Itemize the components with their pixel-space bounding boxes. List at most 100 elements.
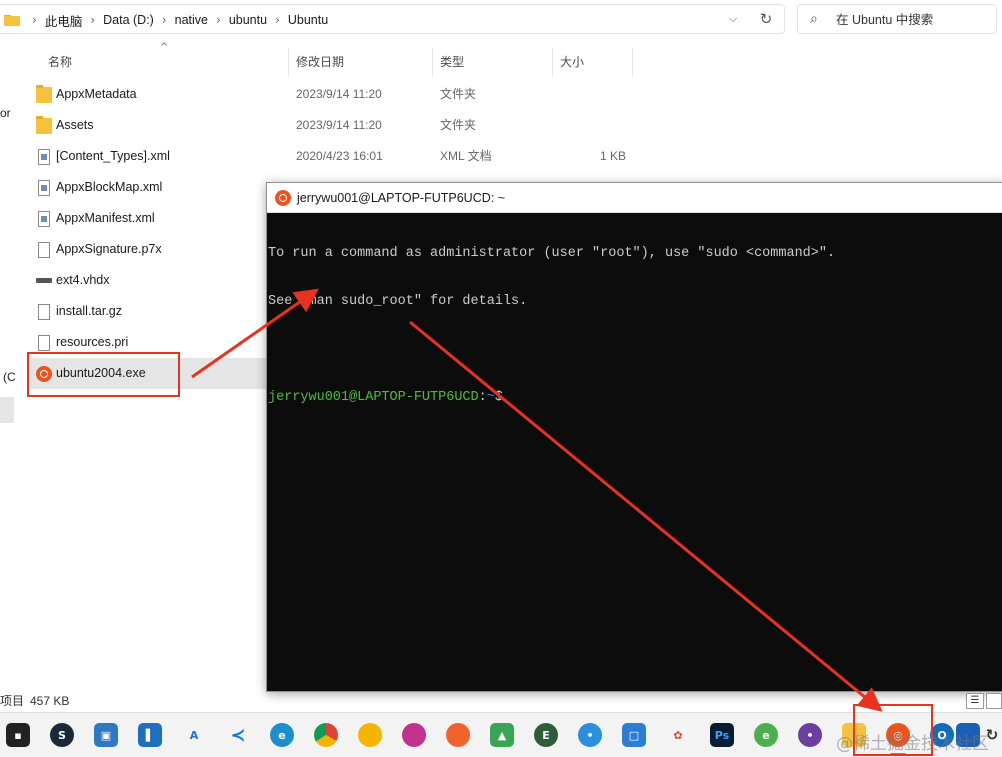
file-row[interactable]: install.tar.gz — [30, 296, 266, 327]
photoshop-icon[interactable]: Ps — [710, 723, 734, 747]
chevron-right-icon[interactable]: › — [208, 13, 229, 27]
status-items-label: 项目 — [0, 694, 25, 708]
edge-dev-icon[interactable]: e — [754, 723, 778, 747]
chevron-right-icon[interactable]: › — [24, 13, 45, 27]
breadcrumb-this-pc[interactable]: 此电脑 — [45, 11, 83, 30]
prompt-symbol: $ — [494, 390, 503, 405]
file-modified: 2023/9/14 11:20 — [296, 118, 382, 132]
file-row[interactable]: AppxManifest.xml — [30, 203, 266, 234]
file-type: 文件夹 — [440, 118, 477, 132]
breadcrumb-native[interactable]: native — [175, 13, 208, 27]
file-modified: 2020/4/23 16:01 — [296, 149, 383, 163]
chevron-right-icon[interactable]: › — [267, 13, 288, 27]
file-icon — [38, 335, 50, 351]
prompt-user: jerrywu001@LAPTOP-FUTP6UCD — [268, 390, 479, 405]
file-row[interactable]: AppxBlockMap.xml — [30, 172, 266, 203]
file-icon — [38, 304, 50, 320]
terminal-title-bar[interactable]: jerrywu001@LAPTOP-FUTP6UCD: ~ — [267, 183, 1002, 213]
steam-icon[interactable]: S — [50, 723, 74, 747]
chrome-canary-icon[interactable] — [358, 723, 382, 747]
terminal-prompt[interactable]: jerrywu001@LAPTOP-FUTP6UCD:~$ — [268, 390, 835, 406]
file-name: AppxManifest.xml — [56, 211, 155, 225]
nav-item-fragment[interactable]: (C — [3, 370, 16, 384]
file-row[interactable]: AppxMetadata 2023/9/14 11:20 文件夹 — [30, 79, 630, 110]
chevron-right-icon[interactable]: › — [82, 13, 103, 27]
address-bar[interactable]: › 此电脑 › Data (D:) › native › ubuntu › Ub… — [0, 4, 785, 34]
file-name: AppxMetadata — [56, 87, 137, 101]
xml-file-icon — [38, 211, 50, 227]
file-type: 文件夹 — [440, 87, 477, 101]
address-bar-region: › 此电脑 › Data (D:) › native › ubuntu › Ub… — [0, 0, 1002, 40]
status-size: 457 KB — [30, 694, 70, 708]
search-input[interactable] — [836, 11, 991, 28]
folder-icon — [36, 116, 52, 134]
arc-icon[interactable]: A — [182, 723, 206, 747]
column-header-modified[interactable]: 修改日期 — [296, 48, 344, 76]
search-box[interactable]: ⌕ — [797, 4, 997, 34]
remote-desktop-icon[interactable]: ▣ — [94, 723, 118, 747]
breadcrumb-data-drive[interactable]: Data (D:) — [103, 13, 154, 27]
file-row[interactable]: [Content_Types].xml 2020/4/23 16:01 XML … — [30, 141, 630, 172]
watermark: @稀土掘金技术社区 — [836, 734, 989, 754]
file-row[interactable]: Assets 2023/9/14 11:20 文件夹 — [30, 110, 630, 141]
xml-file-icon — [38, 149, 50, 165]
start-icon[interactable]: ▪ — [6, 723, 30, 747]
column-divider[interactable] — [432, 48, 433, 76]
xml-file-icon — [38, 180, 50, 196]
firefox-dev-icon[interactable] — [402, 723, 426, 747]
file-name: [Content_Types].xml — [56, 149, 170, 163]
column-divider[interactable] — [632, 48, 633, 76]
chevron-right-icon[interactable]: › — [154, 13, 175, 27]
lightbulb-app-icon[interactable]: • — [578, 723, 602, 747]
breadcrumb: › 此电脑 › Data (D:) › native › ubuntu › Ub… — [24, 5, 328, 35]
details-view-icon[interactable]: ☰ — [966, 693, 984, 709]
column-header-type[interactable]: 类型 — [440, 48, 464, 76]
share-icon[interactable]: ✿ — [666, 723, 690, 747]
file-modified: 2023/9/14 11:20 — [296, 87, 382, 101]
nav-selected-item[interactable] — [0, 397, 14, 423]
firefox-icon[interactable] — [446, 723, 470, 747]
file-name: install.tar.gz — [56, 304, 123, 318]
prompt-path: ~ — [486, 390, 495, 405]
annotation-highlight-box — [27, 352, 180, 397]
evernote-icon[interactable]: E — [534, 723, 558, 747]
file-row[interactable]: ext4.vhdx — [30, 265, 266, 296]
disk-image-icon — [36, 278, 52, 283]
file-name: AppxSignature.p7x — [56, 242, 162, 256]
prompt-colon: : — [478, 390, 487, 405]
terminal-window[interactable]: jerrywu001@LAPTOP-FUTP6UCD: ~ To run a c… — [266, 182, 1002, 692]
folder-icon — [36, 85, 52, 103]
purple-app-icon[interactable]: • — [798, 723, 822, 747]
file-type: XML 文档 — [440, 149, 492, 163]
app-icon[interactable]: □ — [622, 723, 646, 747]
file-icon — [38, 242, 50, 258]
breadcrumb-ubuntu-current[interactable]: Ubuntu — [288, 13, 328, 27]
refresh-icon[interactable]: ↻ — [756, 10, 776, 30]
edge-icon[interactable]: e — [270, 723, 294, 747]
file-size: 1 KB — [599, 149, 626, 163]
file-name: Assets — [56, 118, 94, 132]
terminal-line: See "man sudo_root" for details. — [268, 294, 528, 309]
chrome-icon[interactable] — [314, 723, 338, 747]
column-header-size[interactable]: 大小 — [560, 48, 584, 76]
sourcetree-icon[interactable]: ▲ — [490, 723, 514, 747]
file-name: ext4.vhdx — [56, 273, 110, 287]
ubuntu-icon — [275, 190, 291, 206]
file-row[interactable]: AppxSignature.p7x — [30, 234, 266, 265]
breadcrumb-ubuntu[interactable]: ubuntu — [229, 13, 267, 27]
sort-ascending-icon: ^ — [160, 42, 169, 53]
column-divider[interactable] — [552, 48, 553, 76]
terminal-output[interactable]: To run a command as administrator (user … — [267, 214, 835, 438]
search-icon: ⌕ — [810, 11, 818, 27]
file-name: AppxBlockMap.xml — [56, 180, 163, 194]
terminal-title: jerrywu001@LAPTOP-FUTP6UCD: ~ — [297, 191, 506, 205]
chevron-down-icon[interactable]: ⌵ — [724, 12, 742, 28]
sticky-app-icon[interactable]: ▌ — [138, 723, 162, 747]
column-divider[interactable] — [288, 48, 289, 76]
vscode-icon[interactable]: ≺ — [226, 723, 250, 747]
column-header-name[interactable]: 名称 — [48, 48, 72, 76]
folder-icon — [4, 15, 20, 26]
nav-item-fragment[interactable]: or — [0, 106, 11, 120]
tiles-view-icon[interactable] — [986, 693, 1002, 709]
